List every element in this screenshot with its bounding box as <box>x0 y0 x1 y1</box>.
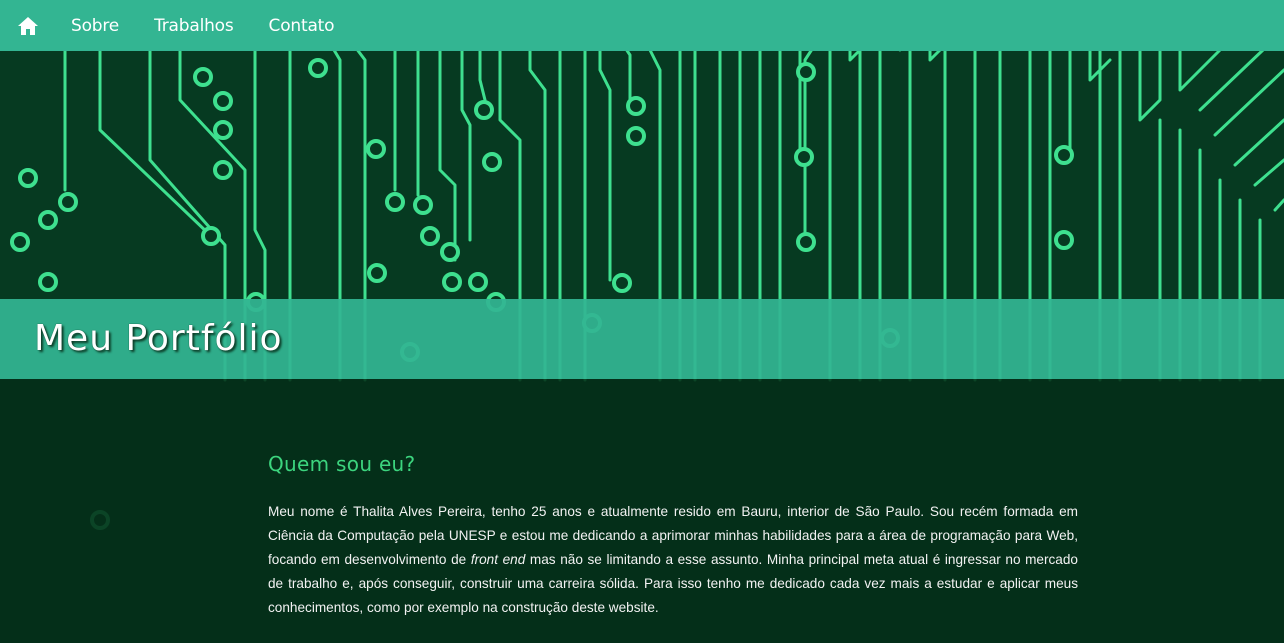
about-section: Quem sou eu? Meu nome é Thalita Alves Pe… <box>268 452 1078 620</box>
home-icon <box>18 16 38 35</box>
home-button[interactable] <box>0 0 56 51</box>
about-paragraph: Meu nome é Thalita Alves Pereira, tenho … <box>268 500 1078 620</box>
nav-link-sobre[interactable]: Sobre <box>71 16 119 36</box>
nav-link-trabalhos[interactable]: Trabalhos <box>154 16 234 36</box>
section-heading: Quem sou eu? <box>268 452 416 476</box>
about-text-emphasis: front end <box>470 552 526 567</box>
nav-link-contato[interactable]: Contato <box>269 16 335 36</box>
page-title: Meu Portfólio <box>34 318 283 359</box>
top-navbar: Sobre Trabalhos Contato <box>0 0 1284 51</box>
